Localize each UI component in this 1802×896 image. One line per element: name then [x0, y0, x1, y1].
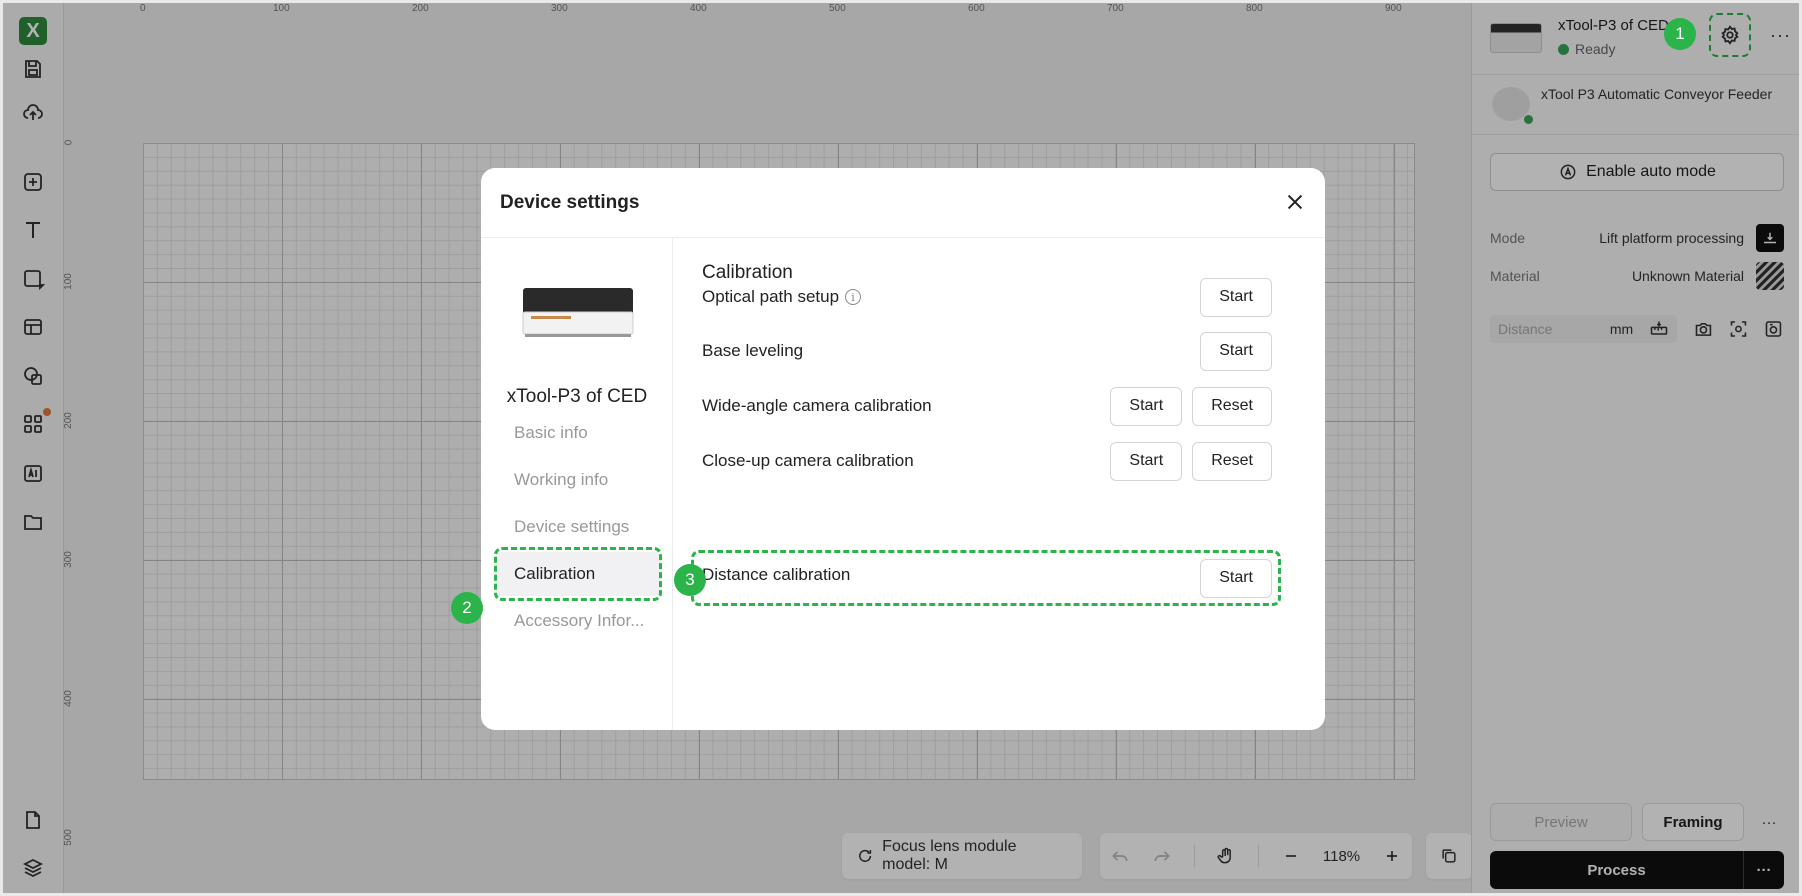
close-button[interactable] — [1283, 190, 1307, 214]
step-badge-1: 1 — [1664, 18, 1696, 50]
calibration-tab-highlight — [494, 547, 662, 601]
step-badge-2: 2 — [451, 592, 483, 624]
distance-calibration-start-button[interactable]: Start — [1200, 558, 1272, 598]
calibration-panel: Calibration Optical path setup i Start B… — [673, 238, 1325, 730]
wide-angle-row: Wide-angle camera calibration Start Rese… — [702, 386, 1272, 426]
optical-path-label: Optical path setup i — [702, 287, 862, 307]
side-item-working-info[interactable]: Working info — [495, 458, 661, 502]
device-image — [522, 288, 634, 337]
side-item-device-settings[interactable]: Device settings — [495, 505, 661, 549]
side-item-accessory-info[interactable]: Accessory Infor... — [495, 599, 661, 643]
wide-angle-start-button[interactable]: Start — [1110, 386, 1183, 426]
side-item-basic-info[interactable]: Basic info — [495, 411, 661, 455]
close-up-start-button[interactable]: Start — [1110, 441, 1183, 481]
device-settings-modal: Device settings xTool-P3 of CED Basic in… — [481, 168, 1325, 730]
info-icon[interactable]: i — [845, 289, 862, 305]
close-up-row: Close-up camera calibration Start Reset — [702, 441, 1272, 481]
modal-device-name: xTool-P3 of CED — [506, 386, 648, 407]
wide-angle-reset-button[interactable]: Reset — [1192, 386, 1272, 426]
base-leveling-row: Base leveling Start — [702, 331, 1272, 371]
modal-sidebar: xTool-P3 of CED Basic info Working info … — [481, 238, 673, 730]
base-leveling-label: Base leveling — [702, 341, 804, 360]
optical-path-start-button[interactable]: Start — [1200, 277, 1272, 317]
distance-calibration-label: Distance calibration — [702, 565, 851, 584]
distance-calibration-row: Distance calibration Start — [702, 558, 1272, 598]
step-badge-3: 3 — [674, 564, 706, 596]
wide-angle-label: Wide-angle camera calibration — [702, 396, 932, 415]
close-up-label: Close-up camera calibration — [702, 451, 914, 470]
optical-path-text: Optical path setup — [702, 287, 840, 306]
close-icon — [1287, 194, 1303, 210]
close-up-reset-button[interactable]: Reset — [1192, 441, 1272, 481]
modal-title: Device settings — [500, 192, 640, 213]
optical-path-row: Optical path setup i Start — [702, 277, 1272, 317]
base-leveling-start-button[interactable]: Start — [1200, 331, 1272, 371]
